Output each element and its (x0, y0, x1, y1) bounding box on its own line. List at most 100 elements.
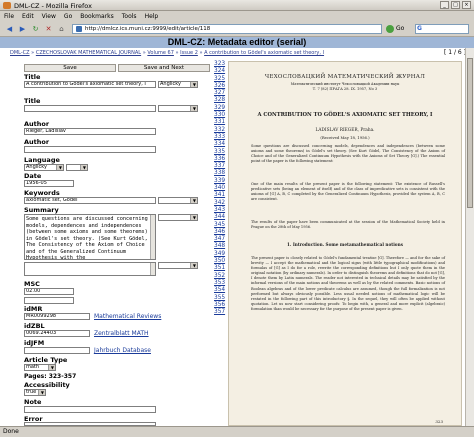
forward-icon[interactable]: ▶ (17, 24, 28, 34)
accessibility-label: Accessibility (24, 381, 70, 389)
page-link[interactable]: 351 (214, 265, 226, 272)
page-link[interactable]: 349 (214, 251, 226, 258)
language-value: Anglicky (26, 164, 47, 170)
author2-input[interactable] (24, 146, 156, 153)
language-select[interactable]: Anglicky ▼ (24, 164, 64, 171)
page-link[interactable]: 338 (214, 170, 226, 177)
crumb-article[interactable]: A contribution to Gödel's axiomatic set … (204, 50, 324, 56)
idzbl-input[interactable]: 0069.24403 (24, 330, 90, 337)
maximize-icon[interactable]: □ (451, 1, 460, 9)
accessibility-select[interactable]: true ▼ (24, 389, 46, 396)
date-input[interactable]: 1956-05 (24, 180, 74, 187)
page-link[interactable]: 352 (214, 273, 226, 280)
title-language-select[interactable]: Anglicky ▼ (158, 81, 198, 88)
summary2-textarea[interactable] (24, 262, 156, 276)
page-link[interactable]: 336 (214, 156, 226, 163)
date-label: Date (24, 172, 42, 180)
page-scrollbar[interactable] (465, 48, 474, 426)
page-link[interactable]: 340 (214, 185, 226, 192)
page-link[interactable]: 343 (214, 207, 226, 214)
note-input[interactable] (24, 406, 156, 413)
go-arrow-icon (386, 24, 394, 33)
menu-file[interactable]: File (4, 13, 14, 20)
home-icon[interactable]: ⌂ (56, 24, 67, 34)
idmr-input[interactable]: MR0099298 (24, 313, 90, 320)
page-link[interactable]: 339 (214, 178, 226, 185)
keywords-input[interactable]: axiomatic set, Gödel (24, 197, 156, 204)
title2-input[interactable] (24, 105, 156, 112)
page-link[interactable]: 327 (214, 90, 226, 97)
language2-select[interactable]: ▼ (66, 164, 88, 171)
page-link[interactable]: 333 (214, 134, 226, 141)
idzbl-label: idZBL (24, 322, 45, 330)
menu-view[interactable]: View (42, 13, 56, 20)
keywords-language-select[interactable]: ▼ (158, 197, 198, 204)
summary2-language-select[interactable]: ▼ (158, 262, 198, 269)
page-link[interactable]: 344 (214, 214, 226, 221)
zentralblatt-link[interactable]: Zentralblatt MATH (94, 330, 149, 337)
msc2-input[interactable] (24, 297, 74, 304)
page-link[interactable]: 350 (214, 258, 226, 265)
back-icon[interactable]: ◀ (4, 24, 15, 34)
page-link[interactable]: 335 (214, 149, 226, 156)
page-number-list: 323 324 325 326 327 328 329 330 331 332 … (214, 61, 226, 316)
save-next-button[interactable]: Save and Next (118, 64, 210, 72)
mathematical-reviews-link[interactable]: Mathematical Reviews (94, 313, 161, 320)
page-content: DML-CZ: Metadata editor (serial) DML-CZ … (0, 37, 474, 426)
crumb-issue[interactable]: Issue 2 (180, 50, 198, 56)
crumb-volume[interactable]: Volume 67 (147, 50, 174, 56)
menu-go[interactable]: Go (64, 13, 72, 20)
page-link[interactable]: 353 (214, 280, 226, 287)
page-link[interactable]: 324 (214, 68, 226, 75)
go-button[interactable]: Go (386, 24, 404, 34)
summary-text: Some questions are discussed concerning … (26, 216, 148, 260)
page-link[interactable]: 355 (214, 295, 226, 302)
msc-input[interactable]: 02.00 (24, 288, 74, 295)
textarea-scrollbar[interactable] (150, 215, 155, 259)
stop-icon[interactable]: ✕ (43, 24, 54, 34)
summary-language-select[interactable]: ▼ (158, 214, 198, 221)
menu-tools[interactable]: Tools (122, 13, 137, 20)
page-link[interactable]: 325 (214, 76, 226, 83)
close-icon[interactable]: × (462, 1, 471, 9)
page-link[interactable]: 345 (214, 222, 226, 229)
title-input[interactable]: A contribution to Gödel's axiomatic set … (24, 81, 156, 88)
author-input[interactable]: Rieger, Ladislav (24, 128, 156, 135)
page-link[interactable]: 357 (214, 309, 226, 316)
reload-icon[interactable]: ↻ (30, 24, 41, 34)
page-link[interactable]: 342 (214, 200, 226, 207)
note-label: Note (24, 398, 42, 406)
article-type-select[interactable]: math ▼ (24, 364, 56, 371)
page-link[interactable]: 356 (214, 302, 226, 309)
address-bar[interactable]: http://dmlcz.ics.muni.cz:9999/edit/artic… (72, 24, 382, 34)
page-link[interactable]: 341 (214, 192, 226, 199)
minimize-icon[interactable]: _ (440, 1, 449, 9)
page-link[interactable]: 329 (214, 105, 226, 112)
page-link[interactable]: 348 (214, 243, 226, 250)
page-link[interactable]: 330 (214, 112, 226, 119)
textarea-scrollbar[interactable] (150, 263, 155, 275)
crumb-journal[interactable]: CZECHOSLOVAK MATHEMATICAL JOURNAL (36, 50, 141, 56)
page-link[interactable]: 347 (214, 236, 226, 243)
title-label: Title (24, 73, 41, 81)
scrollbar-thumb[interactable] (467, 58, 473, 208)
crumb-dmlcz[interactable]: DML-CZ (10, 50, 30, 56)
menu-help[interactable]: Help (145, 13, 159, 20)
idjfm-input[interactable] (24, 347, 90, 354)
page-link[interactable]: 323 (214, 61, 226, 68)
page-link[interactable]: 337 (214, 163, 226, 170)
menu-bookmarks[interactable]: Bookmarks (80, 13, 114, 20)
title2-language-select[interactable]: ▼ (158, 105, 198, 112)
jahrbuch-link[interactable]: Jahrbuch Database (94, 347, 151, 354)
page-link[interactable]: 328 (214, 97, 226, 104)
menu-edit[interactable]: Edit (22, 13, 34, 20)
page-link[interactable]: 331 (214, 119, 226, 126)
summary-textarea[interactable]: Some questions are discussed concerning … (24, 214, 156, 260)
save-button[interactable]: Save (24, 64, 116, 72)
search-box[interactable]: G (415, 24, 469, 34)
page-link[interactable]: 332 (214, 127, 226, 134)
page-link[interactable]: 334 (214, 141, 226, 148)
page-link[interactable]: 354 (214, 287, 226, 294)
page-link[interactable]: 346 (214, 229, 226, 236)
page-link[interactable]: 326 (214, 83, 226, 90)
